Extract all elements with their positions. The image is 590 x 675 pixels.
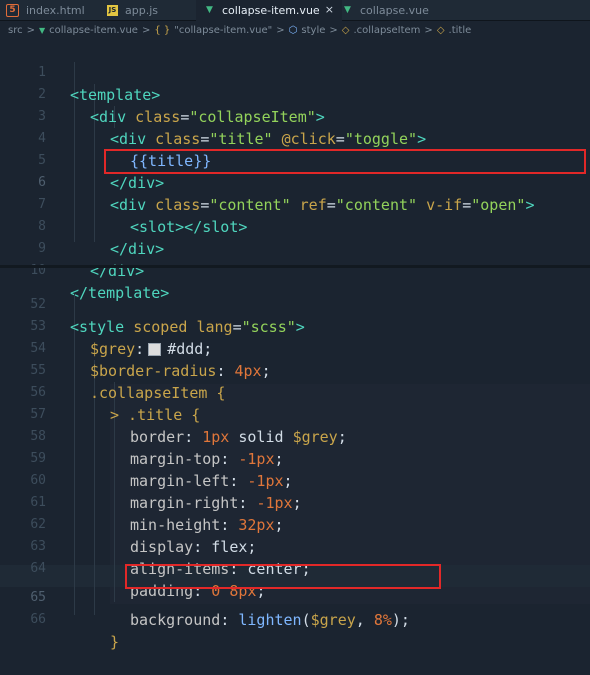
cube-icon: ⬡: [288, 25, 298, 36]
code-line: 8 </div>: [0, 194, 590, 258]
symbol-icon: ◇: [341, 25, 350, 36]
code-editor-bottom[interactable]: 52 <style scoped lang="scss"> 53 $grey: #…: [0, 272, 590, 651]
highlight-box: [104, 149, 586, 174]
vue-icon: ▼: [39, 26, 46, 35]
tab-label: collapse.vue: [360, 3, 429, 17]
breadcrumb-item[interactable]: style: [301, 25, 325, 36]
code-line: 62 display: flex;: [0, 492, 590, 556]
braces-icon: { }: [154, 25, 171, 36]
vue-icon: ▼: [206, 4, 213, 15]
code-line: 60 margin-right: -1px;: [0, 448, 590, 512]
close-icon[interactable]: ×: [325, 3, 334, 16]
code-line: 10 </template>: [0, 238, 590, 302]
breadcrumb-item[interactable]: "collapse-item.vue": [174, 25, 272, 36]
code-line: 1 <template>: [0, 40, 590, 104]
chevron-right-icon: >: [424, 25, 433, 36]
js-icon: JS: [107, 4, 118, 16]
code-line: 5 </div>: [0, 128, 590, 192]
breadcrumb-item[interactable]: src: [8, 25, 23, 36]
tab-label: collapse-item.vue: [222, 3, 320, 17]
editor-divider: [0, 265, 590, 268]
code-line: 4 {{title}}: [0, 106, 590, 170]
code-line: 66 }: [0, 587, 590, 651]
code-line: 53 $grey: #ddd;: [0, 294, 590, 358]
editor-tab-bar: 5 index.html JS app.js ▼ collapse-item.v…: [0, 0, 590, 21]
chevron-right-icon: >: [141, 25, 151, 36]
code-line: 54 $border-radius: 4px;: [0, 316, 590, 380]
breadcrumb-item[interactable]: .title: [449, 25, 472, 36]
code-text: background: lighten($grey, 8%);: [130, 611, 410, 629]
vue-icon: ▼: [344, 4, 351, 15]
code-editor-top[interactable]: 1 <template> 2 <div class="collapseItem"…: [0, 40, 590, 302]
code-line: 63 align-items: center;: [0, 514, 590, 578]
chevron-right-icon: >: [329, 25, 338, 36]
code-line: 59 margin-left: -1px;: [0, 426, 590, 490]
code-line: 3 <div class="title" @click="toggle">: [0, 84, 590, 148]
code-line: 56 > .title {: [0, 360, 590, 424]
breadcrumb: src > ▼ collapse-item.vue > { } "collaps…: [0, 21, 590, 40]
chevron-right-icon: >: [26, 25, 35, 36]
code-line: 2 <div class="collapseItem">: [0, 62, 590, 126]
code-line: 9 </div>: [0, 216, 590, 280]
tab-collapse-vue[interactable]: ▼ collapse.vue: [334, 0, 452, 20]
tab-label: app.js: [125, 3, 158, 17]
line-number: 66: [30, 612, 46, 627]
tab-app-js[interactable]: JS app.js: [101, 0, 202, 20]
code-line: 52 <style scoped lang="scss">: [0, 272, 590, 336]
tab-index-html[interactable]: 5 index.html: [0, 0, 101, 20]
html5-icon: 5: [6, 3, 19, 17]
code-line: 61 min-height: 32px;: [0, 470, 590, 534]
code-line: 57 border: 1px solid $grey;: [0, 382, 590, 446]
highlight-box: [125, 564, 441, 589]
breadcrumb-item[interactable]: .collapseItem: [353, 25, 420, 36]
code-line: 55 .collapseItem {: [0, 338, 590, 402]
tab-label: index.html: [26, 3, 85, 17]
code-line: 64 padding: 0 8px;: [0, 536, 590, 600]
code-line: 7 <slot></slot>: [0, 172, 590, 236]
symbol-icon: ◇: [436, 25, 445, 36]
code-line: 58 margin-top: -1px;: [0, 404, 590, 468]
chevron-right-icon: >: [276, 25, 285, 36]
breadcrumb-item[interactable]: collapse-item.vue: [49, 25, 138, 36]
code-text: }: [110, 633, 120, 651]
tab-collapse-item-vue[interactable]: ▼ collapse-item.vue ×: [196, 0, 342, 21]
